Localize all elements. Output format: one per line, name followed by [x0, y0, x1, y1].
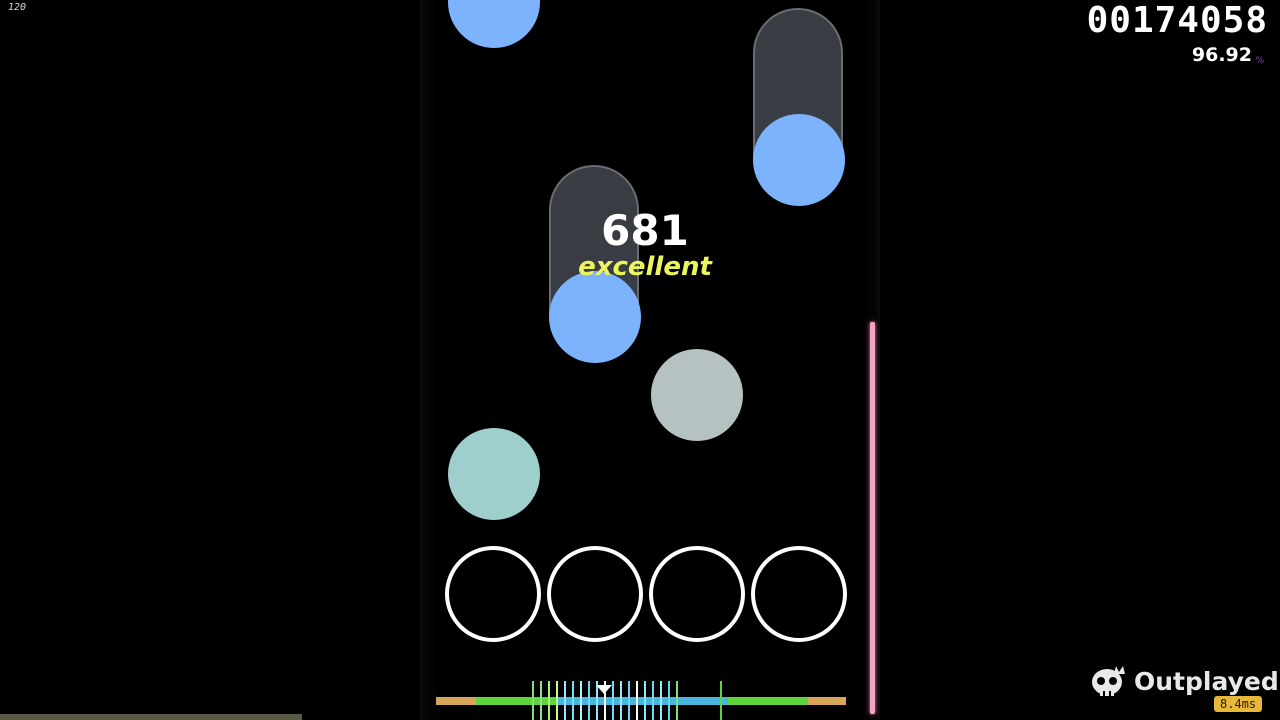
judgement-display: 681 excellent	[560, 206, 730, 282]
hit-error-tick	[628, 681, 630, 720]
hit-error-tick	[548, 681, 550, 720]
combo-counter: 681	[601, 206, 689, 255]
hit-error-tick	[556, 681, 558, 720]
hit-error-center-arrow-icon	[596, 685, 612, 694]
note-lane4-hold-head	[753, 114, 845, 206]
hit-error-tick	[588, 681, 590, 720]
hit-error-tick	[636, 681, 638, 720]
hit-error-tick	[532, 681, 534, 720]
hit-error-tick	[612, 681, 614, 720]
note-lane1	[448, 428, 540, 520]
receptor-lane2	[547, 546, 643, 642]
hit-error-tick	[676, 681, 678, 720]
hit-error-meter	[436, 681, 846, 720]
hit-error-tick	[572, 681, 574, 720]
hit-error-tick	[660, 681, 662, 720]
fps-counter: 120	[8, 2, 27, 13]
accuracy-display: 96.92	[1191, 44, 1252, 66]
hit-error-tick	[620, 681, 622, 720]
note-lane2-hold-head	[549, 271, 641, 363]
skull-crown-icon	[1092, 666, 1125, 696]
health-bar	[870, 322, 875, 714]
receptor-lane1	[445, 546, 541, 642]
hit-error-tick	[652, 681, 654, 720]
note-lane3	[651, 349, 743, 441]
hit-error-tick	[720, 681, 722, 720]
outplayed-watermark: Outplayed	[1090, 664, 1279, 698]
brand-label: Outplayed	[1134, 666, 1279, 696]
song-progress-bar	[0, 714, 302, 720]
hit-error-tick	[644, 681, 646, 720]
hit-error-tick	[668, 681, 670, 720]
receptor-lane4	[751, 546, 847, 642]
hit-error-tick	[564, 681, 566, 720]
hit-error-tick	[580, 681, 582, 720]
receptor-lane3	[649, 546, 745, 642]
judgement-label: excellent	[578, 252, 712, 282]
hit-error-tick	[540, 681, 542, 720]
accuracy-percent-sign: %	[1255, 56, 1264, 66]
score-display: 00174058	[1086, 0, 1268, 41]
latency-badge: 8.4ms	[1214, 696, 1263, 712]
